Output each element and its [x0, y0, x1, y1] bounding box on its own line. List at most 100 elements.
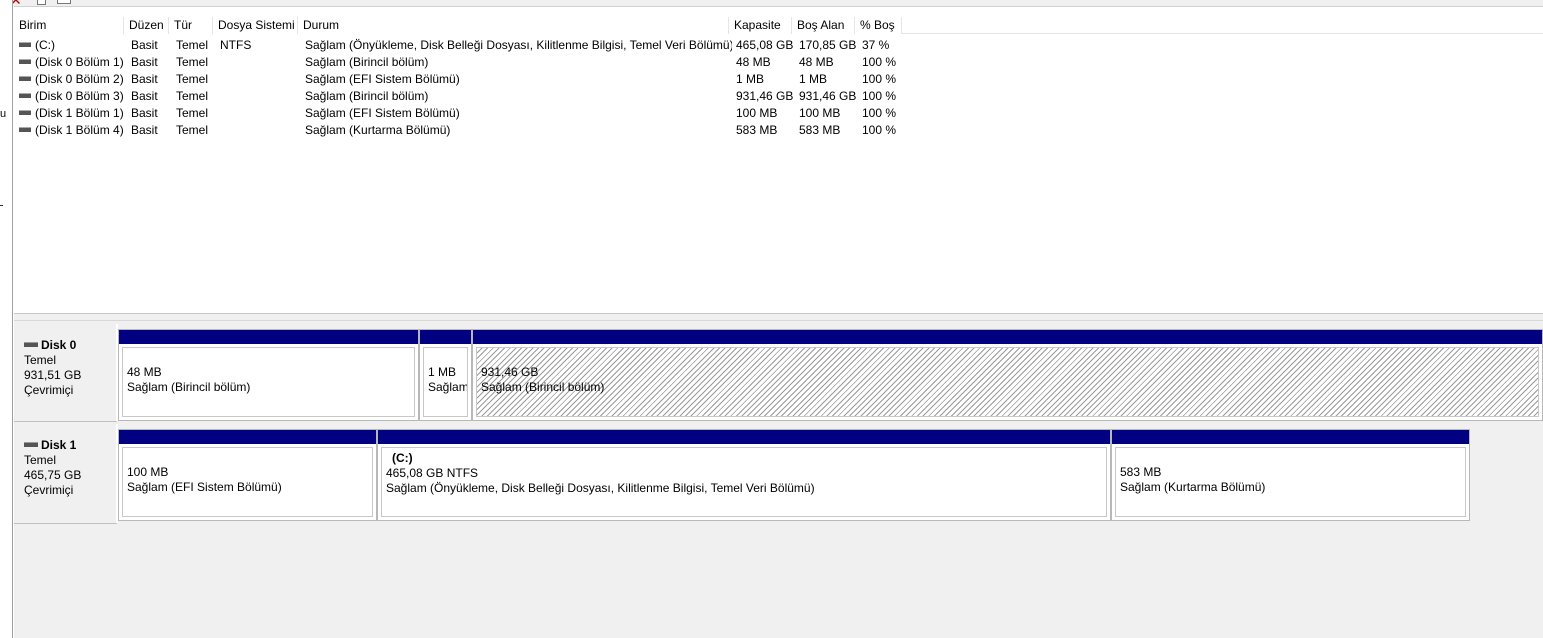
volume-capacity: 1 MB: [736, 72, 765, 86]
partition-size: 48 MB: [127, 365, 162, 379]
volume-layout: Basit: [131, 72, 158, 86]
table-row[interactable]: (Disk 0 Bölüm 2) Basit Temel Sağlam (EFI…: [14, 71, 1543, 88]
volume-type: Temel: [176, 55, 209, 69]
volume-icon: [19, 76, 31, 82]
volume-layout: Basit: [131, 106, 158, 120]
partition-disk0-2[interactable]: 1 MB Sağlam: [419, 329, 472, 421]
partition-disk0-1[interactable]: 48 MB Sağlam (Birincil bölüm): [118, 329, 419, 421]
partition-size: 100 MB: [127, 465, 169, 479]
volume-free: 48 MB: [799, 55, 834, 69]
column-kapasite[interactable]: Kapasite: [729, 17, 792, 34]
disk-label-0[interactable]: Disk 0 Temel 931,51 GB Çevrimiçi: [14, 324, 118, 422]
disk-state: Çevrimiçi: [24, 483, 74, 497]
column-birim[interactable]: Birim: [14, 17, 124, 34]
volume-layout: Basit: [131, 55, 158, 69]
column-dosya-sistemi[interactable]: Dosya Sistemi: [213, 17, 298, 34]
volume-pct-free: 100 %: [862, 89, 897, 103]
volume-capacity: 48 MB: [736, 55, 771, 69]
clipped-tree-text: u: [0, 108, 7, 120]
column-durum[interactable]: Durum: [298, 17, 729, 34]
partition-disk0-3[interactable]: 931,46 GB Sağlam (Birincil bölüm): [472, 329, 1543, 421]
volume-layout: Basit: [131, 123, 158, 137]
partition-disk1-c[interactable]: (C:) 465,08 GB NTFS Sağlam (Önyükleme, D…: [377, 429, 1111, 521]
pane-splitter[interactable]: [14, 313, 1543, 321]
document-icon[interactable]: [37, 0, 46, 5]
navigation-pane-edge: u: [0, 0, 13, 638]
volume-pct-free: 37 %: [862, 38, 890, 52]
volume-icon: [19, 110, 31, 116]
column-bos-alan[interactable]: Boş Alan: [792, 17, 855, 34]
partition-size: 931,46 GB: [481, 365, 539, 379]
partition-status: Sağlam (EFI Sistem Bölümü): [127, 480, 282, 494]
volume-name: (Disk 1 Bölüm 1): [35, 106, 124, 120]
table-row[interactable]: (Disk 1 Bölüm 4) Basit Temel Sağlam (Kur…: [14, 122, 1543, 139]
disk-name: Disk 0: [41, 338, 77, 352]
volume-pct-free: 100 %: [862, 123, 897, 137]
partition-status: Sağlam (Önyükleme, Disk Belleği Dosyası,…: [386, 481, 815, 495]
volume-pct-free: 100 %: [862, 55, 897, 69]
volume-capacity: 465,08 GB: [736, 38, 794, 52]
volume-fs: [215, 54, 300, 71]
partition-bar: [119, 330, 418, 344]
partition-status: Sağlam (Birincil bölüm): [127, 380, 251, 394]
partition-disk1-4[interactable]: 583 MB Sağlam (Kurtarma Bölümü): [1111, 429, 1470, 521]
partition-bar: [473, 330, 1542, 344]
disk-icon: [24, 442, 38, 448]
partition-title: (C:): [392, 451, 413, 465]
column-duzen[interactable]: Düzen: [124, 17, 169, 34]
partition-disk1-1[interactable]: 100 MB Sağlam (EFI Sistem Bölümü): [118, 429, 377, 521]
tree-connector: [0, 205, 3, 206]
volume-icon: [19, 93, 31, 99]
volume-fs: [215, 71, 300, 88]
disk-state: Çevrimiçi: [24, 383, 74, 397]
partition-size: 465,08 GB NTFS: [386, 466, 479, 480]
volume-list: Birim Düzen Tür Dosya Sistemi Durum Kapa…: [14, 6, 1543, 318]
volume-name: (Disk 1 Bölüm 4): [35, 123, 124, 137]
volume-free: 170,85 GB: [799, 38, 857, 52]
table-row[interactable]: (Disk 0 Bölüm 1) Basit Temel Sağlam (Bir…: [14, 54, 1543, 71]
volume-rows: (C:) Basit Temel NTFS Sağlam (Önyükleme,…: [14, 37, 1543, 139]
disk-label-1[interactable]: Disk 1 Temel 465,75 GB Çevrimiçi: [14, 424, 118, 524]
table-row[interactable]: (Disk 1 Bölüm 1) Basit Temel Sağlam (EFI…: [14, 105, 1543, 122]
partition-bar: [119, 430, 376, 444]
column-yuzde-bos[interactable]: % Boş: [855, 17, 902, 34]
volume-type: Temel: [176, 123, 209, 137]
table-row[interactable]: (Disk 0 Bölüm 3) Basit Temel Sağlam (Bir…: [14, 88, 1543, 105]
volume-capacity: 100 MB: [736, 106, 778, 120]
volume-capacity: 583 MB: [736, 123, 778, 137]
volume-type: Temel: [176, 89, 209, 103]
volume-icon: [19, 59, 31, 65]
volume-pct-free: 100 %: [862, 106, 897, 120]
disk-size: 931,51 GB: [24, 368, 82, 382]
partition-size: 1 MB: [428, 365, 457, 379]
volume-free: 583 MB: [799, 123, 841, 137]
volume-capacity: 931,46 GB: [736, 89, 794, 103]
partition-bar: [420, 330, 471, 344]
partition-status: Sağlam (Birincil bölüm): [481, 380, 605, 394]
window-icon[interactable]: [57, 0, 71, 4]
volume-status: Sağlam (EFI Sistem Bölümü): [305, 106, 460, 120]
volume-layout: Basit: [131, 38, 158, 52]
disk-row-1: Disk 1 Temel 465,75 GB Çevrimiçi 100 MB …: [14, 424, 1543, 524]
disk-icon: [24, 342, 38, 348]
disk-name: Disk 1: [41, 438, 77, 452]
volume-status: Sağlam (Önyükleme, Disk Belleği Dosyası,…: [305, 38, 732, 52]
disk-type: Temel: [24, 453, 57, 467]
volume-layout: Basit: [131, 89, 158, 103]
table-row[interactable]: (C:) Basit Temel NTFS Sağlam (Önyükleme,…: [14, 37, 1543, 54]
disk-type: Temel: [24, 353, 57, 367]
disk-map: Disk 0 Temel 931,51 GB Çevrimiçi 48 MB S…: [14, 321, 1543, 638]
volume-free: 100 MB: [799, 106, 841, 120]
partition-status: Sağlam (Kurtarma Bölümü): [1120, 480, 1266, 494]
volume-name: (Disk 0 Bölüm 2): [35, 72, 124, 86]
column-tur[interactable]: Tür: [169, 17, 213, 34]
volume-name: (C:): [35, 38, 55, 52]
volume-type: Temel: [176, 38, 209, 52]
volume-icon: [19, 127, 31, 133]
volume-fs: [215, 122, 300, 139]
volume-type: Temel: [176, 72, 209, 86]
volume-fs: [215, 105, 300, 122]
volume-fs: NTFS: [220, 38, 252, 52]
column-header: Birim Düzen Tür Dosya Sistemi Durum Kapa…: [14, 17, 1543, 34]
volume-icon: [19, 42, 31, 48]
